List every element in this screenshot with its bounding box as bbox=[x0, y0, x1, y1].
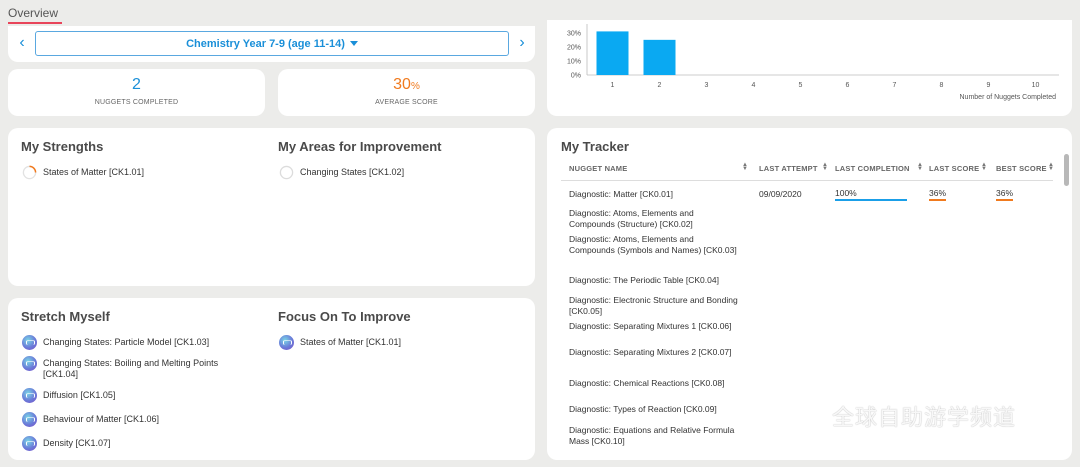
nugget-badge-icon bbox=[22, 412, 37, 427]
tracker-row-name[interactable]: Diagnostic: The Periodic Table [CK0.04] bbox=[569, 275, 739, 286]
improvement-item[interactable]: Changing States [CK1.02] bbox=[279, 165, 405, 180]
sort-arrows-icon[interactable]: ▲ ▼ bbox=[742, 162, 748, 172]
tracker-row-name[interactable]: Diagnostic: Atoms, Elements and Compound… bbox=[569, 234, 739, 256]
nuggets-completed-value: 2 bbox=[132, 76, 141, 93]
stretch-card: Stretch Myself Changing States: Particle… bbox=[8, 298, 535, 460]
x-tick-label: 1 bbox=[611, 82, 615, 89]
tracker-scrollbar[interactable] bbox=[1064, 154, 1069, 186]
nugget-badge-icon bbox=[22, 388, 37, 403]
last-score-cell: 36% bbox=[929, 188, 947, 198]
improvement-item-label: Changing States [CK1.02] bbox=[300, 167, 405, 177]
improvement-title: My Areas for Improvement bbox=[278, 139, 442, 154]
nuggets-completed-card: 2 NUGGETS COMPLETED bbox=[8, 69, 265, 116]
watermark: 全球自助游学频道 bbox=[786, 400, 1016, 432]
strength-item-label: States of Matter [CK1.01] bbox=[43, 167, 145, 177]
stretch-item[interactable]: Changing States: Particle Model [CK1.03] bbox=[22, 335, 210, 350]
x-tick-label: 9 bbox=[987, 82, 991, 89]
stretch-title: Stretch Myself bbox=[21, 309, 110, 324]
stretch-item[interactable]: Behaviour of Matter [CK1.06] bbox=[22, 412, 160, 427]
x-axis-title: Number of Nuggets Completed bbox=[960, 94, 1057, 101]
y-tick-label: 10% bbox=[567, 58, 581, 65]
tab-active-indicator bbox=[8, 22, 62, 24]
watermark-text: 全球自助游学频道 bbox=[832, 405, 1017, 430]
focus-item-label: States of Matter [CK1.01] bbox=[300, 337, 402, 347]
focus-title: Focus On To Improve bbox=[278, 309, 411, 324]
chart-bar bbox=[643, 39, 676, 75]
nuggets-completed-label: NUGGETS COMPLETED bbox=[94, 99, 179, 106]
x-tick-label: 8 bbox=[940, 82, 944, 89]
completion-bar bbox=[835, 199, 907, 201]
strength-item[interactable]: States of Matter [CK1.01] bbox=[22, 165, 145, 180]
col-last-completion[interactable]: LAST COMPLETION bbox=[835, 164, 910, 173]
stretch-item-label: Changing States: Particle Model [CK1.03] bbox=[43, 337, 210, 347]
y-tick-label: 30% bbox=[567, 30, 581, 37]
next-year-button[interactable]: › bbox=[514, 34, 530, 52]
col-last-attempt[interactable]: LAST ATTEMPT bbox=[759, 164, 818, 173]
wechat-logo-icon bbox=[788, 403, 824, 428]
tracker-row-name[interactable]: Diagnostic: Atoms, Elements and Compound… bbox=[569, 208, 739, 230]
sort-arrows-icon[interactable]: ▲ ▼ bbox=[822, 162, 828, 172]
last-score-bar bbox=[929, 199, 946, 201]
tracker-row-name[interactable]: Diagnostic: Equations and Relative Formu… bbox=[569, 425, 739, 447]
prev-year-button[interactable]: ‹ bbox=[14, 34, 30, 52]
tracker-row-name[interactable]: Diagnostic: Separating Mixtures 2 [CK0.0… bbox=[569, 347, 739, 358]
tracker-row-name[interactable]: Diagnostic: Matter [CK0.01] bbox=[569, 189, 739, 200]
x-tick-label: 6 bbox=[846, 82, 850, 89]
average-score-value: 30% bbox=[278, 76, 535, 94]
sort-arrows-icon[interactable]: ▲ ▼ bbox=[1048, 162, 1054, 172]
stretch-item[interactable]: Diffusion [CK1.05] bbox=[22, 388, 116, 403]
nuggets-bar-chart: 30% 20% 10% 0% 1 2 3 4 5 6 7 8 9 10 Number of Nuggets … bbox=[567, 24, 1059, 101]
header-divider bbox=[561, 180, 1053, 181]
tracker-row-name[interactable]: Diagnostic: Types of Reaction [CK0.09] bbox=[569, 404, 739, 415]
chart-bar bbox=[596, 31, 629, 75]
average-score-card: 30% AVERAGE SCORE bbox=[278, 69, 535, 116]
x-tick-label: 10 bbox=[1032, 82, 1040, 89]
nugget-badge-icon bbox=[22, 436, 37, 451]
strengths-card: My Strengths States of Matter [CK1.01] M… bbox=[8, 128, 535, 286]
y-tick-label: 0% bbox=[571, 73, 581, 80]
best-score-cell: 36% bbox=[996, 188, 1014, 198]
last-attempt-cell: 09/09/2020 bbox=[759, 189, 802, 199]
caret-down-icon bbox=[349, 41, 358, 46]
sort-arrows-icon[interactable]: ▲ ▼ bbox=[981, 162, 987, 172]
stretch-item-label: Changing States: Boiling and Melting Poi… bbox=[43, 358, 219, 379]
col-nugget-name[interactable]: NUGGET NAME bbox=[569, 164, 627, 173]
year-selector-card: ‹ Chemistry Year 7-9 (age 11-14) › bbox=[8, 26, 535, 62]
average-score-label: AVERAGE SCORE bbox=[375, 99, 438, 106]
year-dropdown[interactable]: Chemistry Year 7-9 (age 11-14) bbox=[35, 31, 509, 56]
tracker-row-name[interactable]: Diagnostic: Separating Mixtures 1 [CK0.0… bbox=[569, 321, 739, 332]
stretch-item[interactable]: Changing States: Boiling and Melting Poi… bbox=[22, 356, 232, 380]
x-tick-label: 3 bbox=[705, 82, 709, 89]
x-tick-label: 7 bbox=[893, 82, 897, 89]
tracker-row-name[interactable]: Diagnostic: Electronic Structure and Bon… bbox=[569, 295, 739, 317]
col-best-score[interactable]: BEST SCORE bbox=[996, 164, 1047, 173]
y-tick-label: 20% bbox=[567, 44, 581, 51]
stretch-item-label: Behaviour of Matter [CK1.06] bbox=[43, 414, 160, 424]
progress-ring-icon bbox=[22, 165, 37, 180]
tracker-row-name[interactable]: Diagnostic: Chemical Reactions [CK0.08] bbox=[569, 378, 739, 389]
nugget-badge-icon bbox=[279, 335, 294, 350]
col-last-score[interactable]: LAST SCORE bbox=[929, 164, 979, 173]
empty-ring-icon bbox=[279, 165, 294, 180]
best-score-bar bbox=[996, 199, 1013, 201]
x-tick-label: 5 bbox=[799, 82, 803, 89]
average-score-number: 30 bbox=[393, 76, 411, 93]
x-tick-label: 4 bbox=[752, 82, 756, 89]
sort-arrows-icon[interactable]: ▲ ▼ bbox=[917, 162, 923, 172]
strengths-title: My Strengths bbox=[21, 139, 104, 154]
last-completion-cell: 100% bbox=[835, 188, 857, 198]
year-dropdown-label: Chemistry Year 7-9 (age 11-14) bbox=[186, 37, 345, 50]
nuggets-chart-card: 30% 20% 10% 0% 1 2 3 4 5 6 7 8 9 10 Number of Nuggets … bbox=[547, 20, 1072, 116]
tab-overview[interactable]: Overview bbox=[8, 6, 58, 20]
focus-item[interactable]: States of Matter [CK1.01] bbox=[279, 335, 402, 350]
nugget-badge-icon bbox=[22, 356, 37, 371]
x-tick-label: 2 bbox=[658, 82, 662, 89]
nugget-badge-icon bbox=[22, 335, 37, 350]
stretch-item[interactable]: Density [CK1.07] bbox=[22, 436, 111, 451]
average-score-unit: % bbox=[410, 81, 420, 92]
stretch-item-label: Diffusion [CK1.05] bbox=[43, 390, 116, 400]
stretch-item-label: Density [CK1.07] bbox=[43, 438, 111, 448]
tracker-title: My Tracker bbox=[561, 139, 629, 154]
